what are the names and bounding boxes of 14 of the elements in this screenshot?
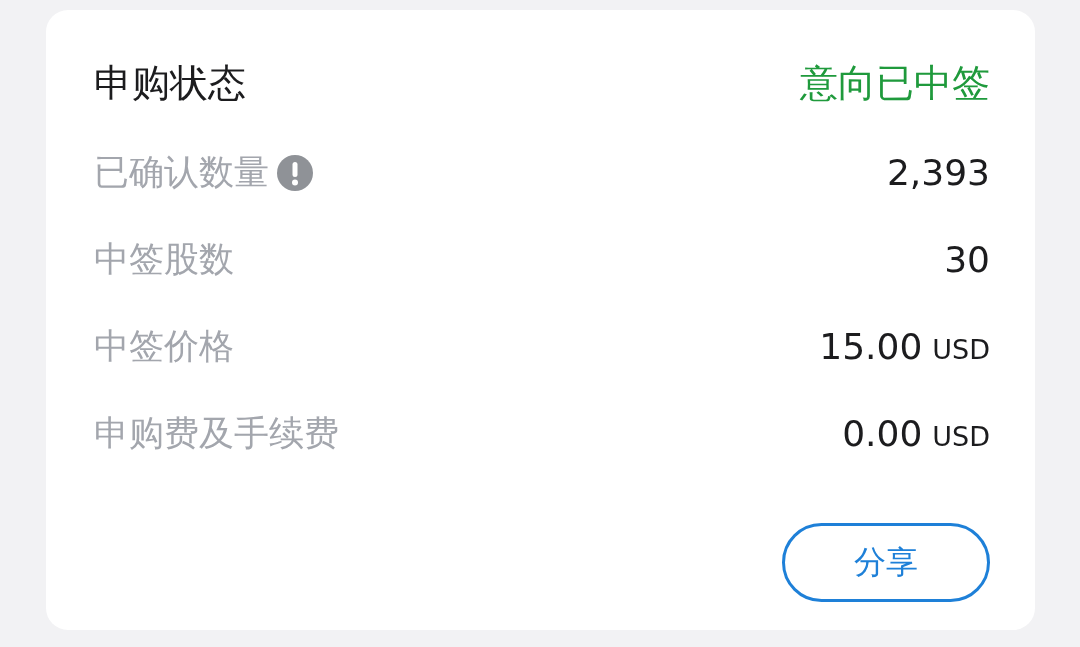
currency-unit: USD: [932, 334, 990, 365]
currency-unit: USD: [932, 421, 990, 452]
info-icon[interactable]: [277, 154, 313, 191]
card-title: 申购状态: [94, 59, 246, 107]
status-text: 意向已中签: [800, 59, 990, 107]
row-value: 2,393: [886, 152, 990, 193]
row-value: 15.00: [819, 326, 923, 367]
row-value: 30: [944, 239, 990, 280]
row-label: 已确认数量: [94, 151, 269, 194]
row-label: 申购费及手续费: [94, 412, 339, 455]
row-label: 中签股数: [94, 238, 234, 281]
share-button[interactable]: 分享: [782, 523, 990, 602]
row-label: 中签价格: [94, 325, 234, 368]
row-value: 0.00: [842, 413, 923, 454]
